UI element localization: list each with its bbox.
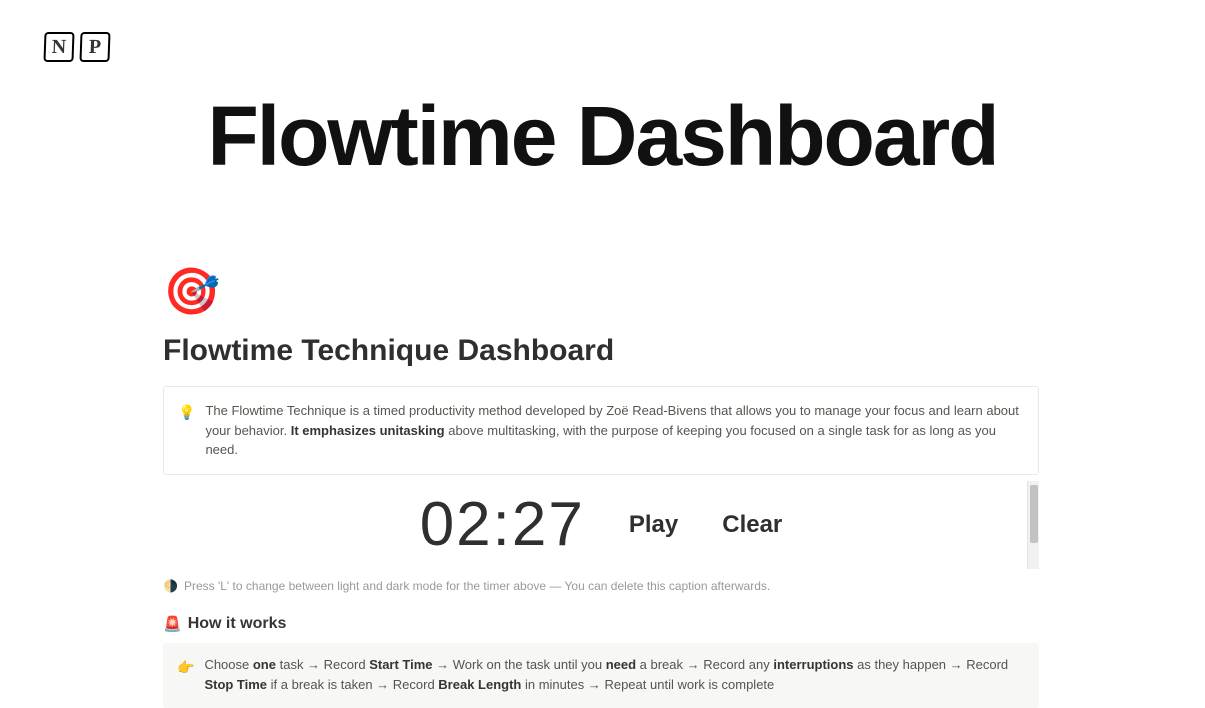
steps-callout: 👉 Choose one task → Record Start Time → … bbox=[163, 643, 1039, 708]
steps-frag: as they happen → Record bbox=[854, 657, 1009, 672]
lightbulb-icon: 💡 bbox=[178, 402, 195, 460]
caption-text: Press 'L' to change between light and da… bbox=[184, 579, 770, 593]
app-logo: N P bbox=[44, 32, 110, 62]
alarm-icon: 🚨 bbox=[163, 615, 182, 633]
how-it-works-label: How it works bbox=[188, 615, 287, 633]
steps-frag: Choose bbox=[204, 657, 252, 672]
page-title: Flowtime Technique Dashboard bbox=[163, 334, 1039, 368]
clear-button[interactable]: Clear bbox=[722, 511, 782, 539]
steps-text: Choose one task → Record Start Time → Wo… bbox=[204, 655, 1023, 697]
page-content: 🎯 Flowtime Technique Dashboard 💡 The Flo… bbox=[163, 268, 1039, 708]
logo-letter-p: P bbox=[79, 32, 110, 62]
how-it-works-heading: 🚨 How it works bbox=[163, 615, 1039, 633]
steps-frag: in minutes → Repeat until work is comple… bbox=[521, 677, 774, 692]
steps-bold: need bbox=[606, 657, 636, 672]
steps-frag: a break → Record any bbox=[636, 657, 773, 672]
steps-frag: → Work on the task until you bbox=[433, 657, 606, 672]
intro-callout-text: The Flowtime Technique is a timed produc… bbox=[205, 401, 1022, 460]
steps-bold: Start Time bbox=[369, 657, 432, 672]
timer-display: 02:27 bbox=[420, 489, 585, 560]
logo-letter-n: N bbox=[43, 32, 74, 62]
target-icon: 🎯 bbox=[163, 268, 1039, 314]
pointing-hand-icon: 👉 bbox=[177, 656, 194, 697]
steps-frag: task → Record bbox=[276, 657, 369, 672]
steps-bold: Break Length bbox=[438, 677, 521, 692]
moon-icon: 🌗 bbox=[163, 579, 178, 593]
steps-bold: Stop Time bbox=[204, 677, 267, 692]
play-button[interactable]: Play bbox=[629, 511, 678, 539]
intro-text-lead: It emphasizes bbox=[291, 423, 380, 438]
steps-bold: interruptions bbox=[773, 657, 853, 672]
steps-frag: if a break is taken → Record bbox=[267, 677, 438, 692]
timer-caption: 🌗 Press 'L' to change between light and … bbox=[163, 579, 1039, 593]
intro-text-bold: unitasking bbox=[380, 423, 445, 438]
intro-callout: 💡 The Flowtime Technique is a timed prod… bbox=[163, 386, 1039, 475]
steps-bold: one bbox=[253, 657, 276, 672]
timer-embed: 02:27 Play Clear bbox=[163, 479, 1039, 571]
embed-scrollbar[interactable] bbox=[1027, 481, 1039, 569]
hero-title: Flowtime Dashboard bbox=[0, 88, 1205, 185]
